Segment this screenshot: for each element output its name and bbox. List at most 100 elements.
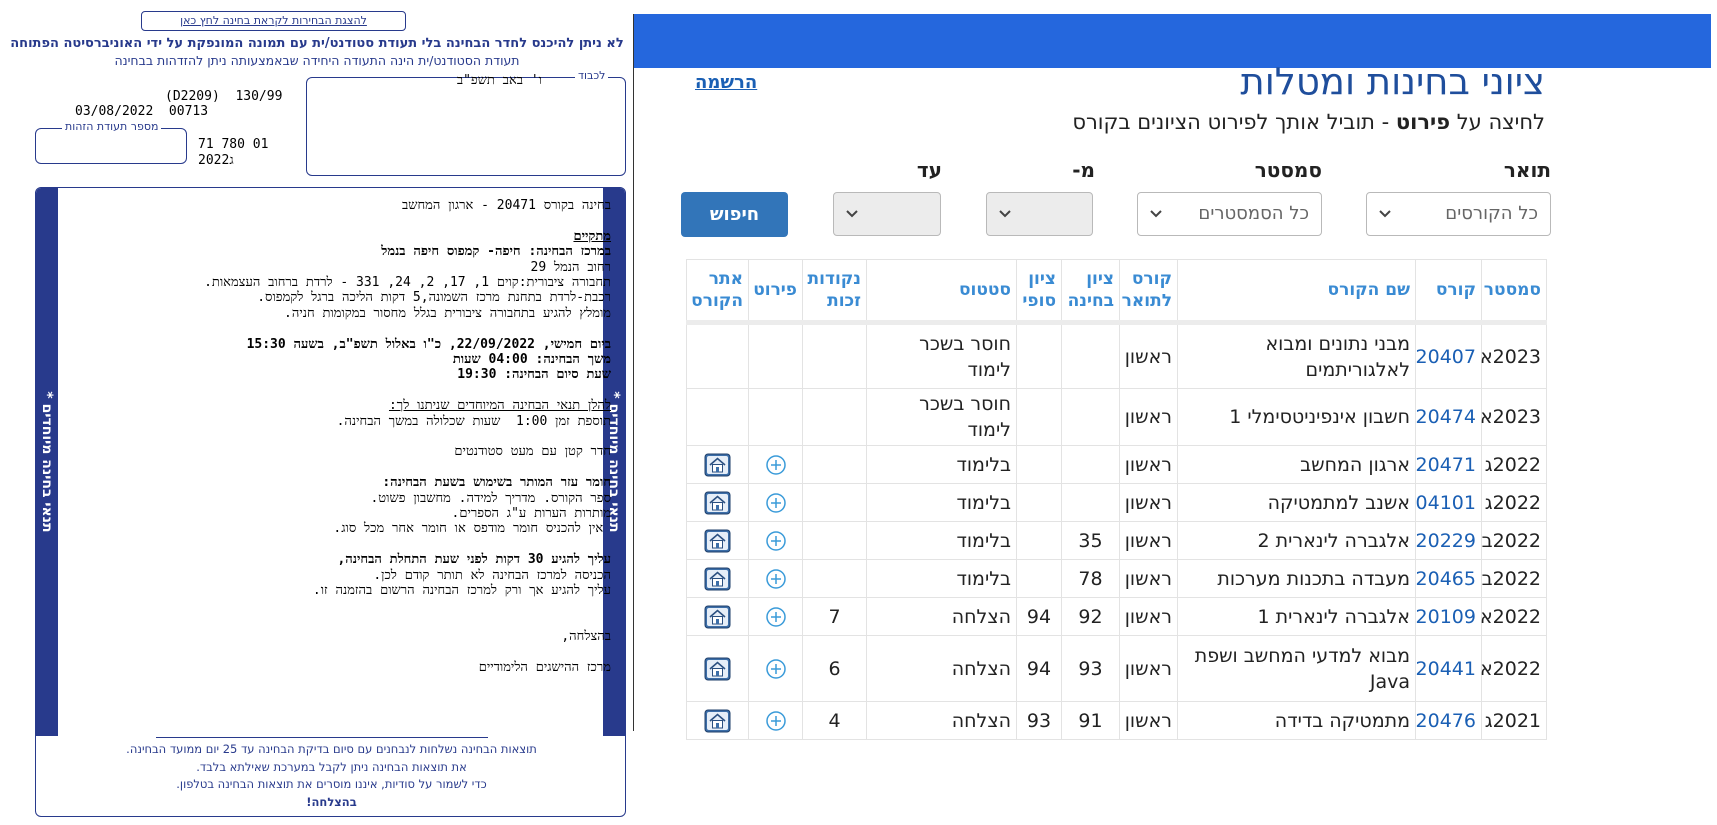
course-site-cell [686,635,749,702]
home-icon[interactable] [704,491,731,515]
cell-exam [1061,483,1120,522]
register-link[interactable]: הרשמה [695,72,757,93]
home-icon[interactable] [704,567,731,591]
cell-exam: 35 [1061,521,1120,560]
semester-filter-label: סמסטר [1254,158,1322,182]
cell-course[interactable]: 20471 [1415,445,1482,484]
plus-circle-icon[interactable] [765,492,787,514]
cell-course[interactable]: 20476 [1415,701,1482,740]
cell-course[interactable]: 20465 [1415,559,1482,598]
cell-exam: 92 [1061,597,1120,636]
degree-select[interactable]: כל הקורסים [1366,192,1551,236]
exam-footer: תוצאות הבחינה נשלחות לנבחנים עם סיום בדי… [36,741,625,811]
cell-semester: 2022ג [1481,445,1547,484]
exam-text-line: עליך להגיע 30 דקות לפני שעת התחלת הבחינה… [337,552,611,568]
cell-semester: 2023א [1480,322,1547,389]
cell-course[interactable]: 20229 [1415,521,1482,560]
cell-name: אלגברה לינארית 1 [1177,597,1416,636]
id-number-value: 71 780 01 [198,137,269,152]
cell-name: אשנב למתמטיקה [1177,483,1416,522]
cell-exam [1061,322,1120,389]
detail-cell [748,701,803,740]
home-icon[interactable] [704,709,731,733]
exam-text-line: אין להכניס חומר מודפס או חומר אחר מכל סו… [333,521,611,537]
exam-text-line: ביום חמישי, 22/09/2022, כ"ו באלול תשפ"ב,… [246,336,611,352]
column-header-final[interactable]: ציון סופי [1016,259,1062,325]
column-header-credits[interactable]: נקודות זכות [802,259,867,325]
exam-text-line: ספר הקורס. מדריך למידה. מחשבון פשוט. [370,490,611,506]
id-subwarning: תעודת הסטודנט/ית הינה התעודה היחידה שבאמ… [114,53,520,68]
exam-text-line [76,537,611,552]
cell-semester: 2022ב [1481,559,1547,598]
addressee-box [306,77,626,176]
to-select[interactable] [833,192,941,236]
cell-final [1016,483,1062,522]
cell-final [1016,521,1062,560]
column-header-name[interactable]: שם הקורס [1177,259,1416,325]
cell-name: מתמטיקה בדידה [1177,701,1416,740]
plus-circle-icon[interactable] [765,710,787,732]
cell-credits [802,445,867,484]
plus-circle-icon[interactable] [765,606,787,628]
exam-text-line: משך הבחינה: 04:00 שעות [452,352,611,368]
exam-text-line [76,460,611,475]
cell-final: 94 [1016,597,1062,636]
good-luck: בהצלחה! [306,794,357,809]
plus-circle-icon[interactable] [765,454,787,476]
table-header-row: סמסטר קורס שם הקורס קורס לתואר ציון בחינה ציו… [686,259,1547,325]
semester-select[interactable]: כל הסמסטרים [1137,192,1322,236]
cell-course[interactable]: 04101 [1415,483,1482,522]
course-site-cell [686,322,749,389]
exam-text-line: תוספת זמן 1:00 שעות שכלולה במשך הבחינה. [336,413,611,429]
column-header-semester[interactable]: סמסטר [1481,259,1547,325]
cell-course[interactable]: 20407 [1415,322,1482,389]
cell-course[interactable]: 20441 [1415,635,1482,702]
cell-degree: ראשון [1119,597,1178,636]
home-icon[interactable] [704,453,731,477]
cell-status: בלימוד [866,521,1017,560]
exam-text-line: בחינה בקורס 20471 - ארגון המחשב [402,198,611,213]
cell-course[interactable]: 20474 [1415,388,1482,446]
column-header-course[interactable]: קורס [1415,259,1482,325]
exam-invitation: להצגת הבחירות לקראת בחינה לחץ כאן לא נית… [0,0,634,825]
detail-cell [748,483,803,522]
column-header-exam[interactable]: ציון בחינה [1061,259,1120,325]
reveal-choices-link[interactable]: להצגת הבחירות לקראת בחינה לחץ כאן [141,11,406,31]
column-header-site[interactable]: אתר הקורס [686,259,749,325]
exam-text-line: עליך להגיע אך ורק למרכז הבחינה הרשום בהז… [312,583,611,599]
column-header-detail[interactable]: פירוט [748,259,803,325]
plus-circle-icon[interactable] [765,568,787,590]
course-site-cell [686,701,749,740]
cell-semester: 2022א [1480,635,1547,702]
page-title: ציוני בחינות ומטלות [1240,60,1545,103]
exam-text-line: מרכז ההישגים הלימודיים [478,660,611,676]
column-header-degree[interactable]: קורס לתואר [1119,259,1178,325]
column-header-status[interactable]: סטטוס [866,259,1017,325]
table-row: 2022ג 20471 ארגון המחשב ראשון בלימוד [686,445,1547,484]
cell-semester: 2022ג [1481,483,1547,522]
cell-status: חוסר בשכר לימוד [866,388,1017,446]
exam-text-line: שעת סיום הבחינה: 19:30 [457,367,611,383]
exam-text-line [76,598,611,613]
cell-degree: ראשון [1119,388,1178,446]
table-row: 2023א 20474 חשבון אינפיניטסימלי 1 ראשון חוסר… [686,388,1547,446]
exam-text-line: חומר עזר המותר בשימוש בשעת הבחינה: [382,475,611,491]
home-icon[interactable] [704,529,731,553]
cell-course[interactable]: 20109 [1415,597,1482,636]
semester-select-value: כל הסמסטרים [1198,203,1309,224]
exam-text-line [76,645,611,660]
exam-text-line [76,383,611,398]
cell-credits: 7 [802,597,867,636]
home-icon[interactable] [704,657,731,681]
table-row: 2022ב 20229 אלגברה לינארית 2 ראשון 35 בלימוד [686,521,1547,560]
special-conditions-label: תנאי בחינה מיוחדים * [39,391,55,533]
session-line: ו' באב תשפ"ב [456,73,542,88]
home-icon[interactable] [704,605,731,629]
plus-circle-icon[interactable] [765,530,787,552]
from-select[interactable] [986,192,1093,236]
top-bar [634,14,1711,68]
plus-circle-icon[interactable] [765,658,787,680]
search-button[interactable]: חיפוש [681,192,788,237]
exam-text-line: מומלץ להגיע בתחבורה ציבורית בגלל מחסור ב… [284,305,611,321]
footer-line: את תוצאות הבחינה ניתן לקבל במערכת שאילתא… [196,759,467,774]
